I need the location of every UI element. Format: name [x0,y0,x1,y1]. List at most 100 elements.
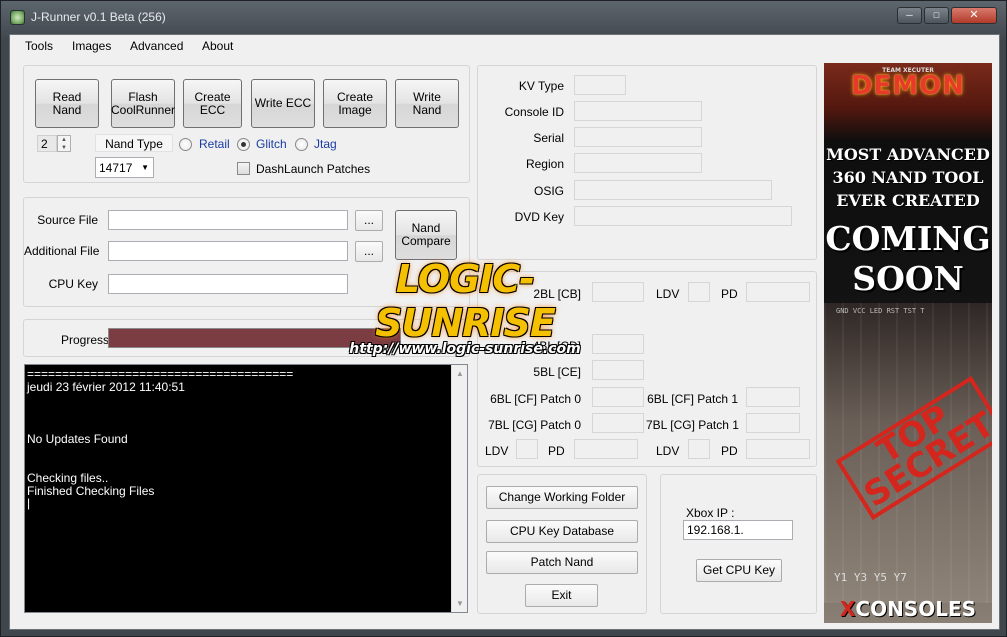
get-cpu-key-button[interactable]: Get CPU Key [696,559,782,582]
xbox-ip-label: Xbox IP : [686,506,735,520]
ldv-field-2 [516,439,538,459]
read-nand-button[interactable]: Read Nand [35,79,99,128]
client-area: Tools Images Advanced About Read Nand Fl… [9,34,1000,630]
xbox-ip-group: Xbox IP : 192.168.1. Get CPU Key [660,474,817,614]
pd-label-3: PD [721,444,738,458]
flash-coolrunner-button[interactable]: Flash CoolRunner [111,79,175,128]
watermark-url: http://www.logic-sunrise.com [349,341,581,357]
source-file-label: Source File [37,213,98,227]
menu-advanced[interactable]: Advanced [130,39,183,53]
console-cursor: | [27,496,31,510]
cpu-key-database-button[interactable]: CPU Key Database [486,520,638,543]
logic-sunrise-watermark: LOGIC-SUNRISE http://www.logic-sunrise.c… [345,257,585,357]
ad-brand-logo: DEMON [850,71,966,101]
bl7-patch1-field [746,413,800,433]
retail-label[interactable]: Retail [199,137,230,151]
ad-coming-soon: COMING SOON [825,219,991,298]
window-title: J-Runner v0.1 Beta (256) [31,10,166,24]
ldv-field [688,282,710,302]
dashlaunch-checkbox[interactable] [237,162,250,175]
create-image-button[interactable]: Create Image [323,79,387,128]
nand-count-spinner[interactable]: ▲ ▼ [57,135,71,152]
bl5-field [592,360,644,380]
console-id-field [574,101,702,121]
ad-footer-text: CONSOLES [855,597,977,621]
pd-label-2: PD [548,444,565,458]
bl7-patch1-label: 7BL [CG] Patch 1 [646,418,739,432]
patch-nand-button[interactable]: Patch Nand [486,551,638,574]
additional-file-input[interactable] [108,241,348,261]
nand-type-select[interactable]: 14717 ▼ [95,157,154,178]
bl6-patch0-label: 6BL [CF] Patch 0 [490,392,581,406]
menu-about[interactable]: About [202,39,233,53]
bl5-label: 5BL [CE] [533,365,581,379]
ldv-field-3 [688,439,710,459]
close-button[interactable]: ✕ [951,7,997,24]
console-id-label: Console ID [504,105,564,119]
ldv-label-2: LDV [485,444,509,458]
ad-pin-labels-bottom: Y1 Y3 Y5 Y7 [834,571,907,584]
console-line: Finished Checking Files [27,484,155,498]
menu-bar: Tools Images Advanced About [10,35,999,57]
actions-group: Read Nand Flash CoolRunner Create ECC Wr… [23,65,470,183]
bl6-patch0-field [592,387,644,407]
xbox-ip-input[interactable]: 192.168.1. [683,520,793,540]
pd-label: PD [721,287,738,301]
console-line: ====================================== [27,367,294,381]
menu-tools[interactable]: Tools [25,39,53,53]
watermark-logo: LOGIC-SUNRISE [375,257,556,345]
bl2-field [592,282,644,302]
additional-file-label: Additional File [24,244,100,258]
nand-count-field[interactable]: 2 [37,135,57,152]
change-working-folder-button[interactable]: Change Working Folder [486,486,638,509]
ad-headline: MOST ADVANCED 360 NAND TOOL EVER CREATED [826,145,990,210]
bl7-patch0-label: 7BL [CG] Patch 0 [488,418,581,432]
console-info-group: KV Type Console ID Serial Region OSIG DV… [477,65,817,260]
scroll-up-icon[interactable]: ▲ [456,369,464,378]
maximize-button[interactable]: □ [924,7,949,24]
glitch-label[interactable]: Glitch [256,137,287,151]
write-nand-button[interactable]: Write Nand [395,79,459,128]
pd-field-3 [746,439,810,459]
ldv-label: LDV [656,287,680,301]
create-ecc-button[interactable]: Create ECC [183,79,242,128]
log-console[interactable]: ====================================== j… [24,364,468,613]
title-bar[interactable]: J-Runner v0.1 Beta (256) ─ □ ✕ [1,1,1006,34]
jtag-label[interactable]: Jtag [314,137,337,151]
kv-type-label: KV Type [518,79,564,93]
console-line: jeudi 23 février 2012 11:40:51 [27,380,185,394]
source-file-input[interactable] [108,210,348,230]
demon-ad-banner[interactable]: TEAM XECUTER DEMON MOST ADVANCED 360 NAN… [824,63,992,623]
exit-button[interactable]: Exit [525,584,598,607]
glitch-radio[interactable] [237,138,250,151]
menu-images[interactable]: Images [72,39,111,53]
retail-radio[interactable] [179,138,192,151]
osig-field [574,180,772,200]
region-field [574,153,702,173]
console-line: No Updates Found [27,432,128,446]
nand-type-label: Nand Type [95,134,173,152]
tools-group: Change Working Folder CPU Key Database P… [477,474,647,614]
minimize-button[interactable]: ─ [897,7,922,24]
app-icon [10,10,25,25]
bl6-patch1-label: 6BL [CF] Patch 1 [647,392,738,406]
serial-field [574,127,702,147]
dvd-key-field [574,206,792,226]
console-scrollbar[interactable]: ▲ ▼ [451,365,467,612]
dashlaunch-label[interactable]: DashLaunch Patches [256,162,370,176]
pd-field [746,282,810,302]
nand-type-value: 14717 [99,161,133,175]
scroll-down-icon[interactable]: ▼ [456,599,464,608]
progress-label: Progress [61,333,110,347]
ldv-label-3: LDV [656,444,680,458]
dvd-key-label: DVD Key [514,210,564,224]
kv-type-field [574,75,626,95]
source-browse-button[interactable]: ... [355,210,383,231]
write-ecc-button[interactable]: Write ECC [251,79,315,128]
cpu-key-label: CPU Key [48,277,98,291]
cpu-key-input[interactable] [108,274,348,294]
jtag-radio[interactable] [295,138,308,151]
osig-label: OSIG [533,184,564,198]
nand-compare-button[interactable]: Nand Compare [395,210,457,260]
serial-label: Serial [533,131,564,145]
